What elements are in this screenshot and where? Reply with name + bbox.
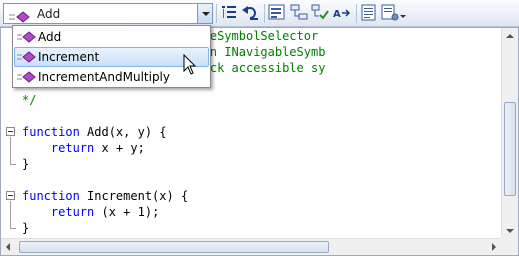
- symbol-dropdown-list: Add Increment IncrementAndMultiply: [12, 25, 211, 88]
- navigable-symbol-selector[interactable]: Add: [3, 3, 213, 24]
- horizontal-scroll-thumb[interactable]: [19, 241, 329, 253]
- dropdown-item-incrementandmultiply[interactable]: IncrementAndMultiply: [14, 67, 209, 87]
- document-settings-icon[interactable]: [381, 4, 401, 23]
- outline-icon[interactable]: [220, 4, 240, 23]
- code-text: x + y;: [94, 141, 145, 155]
- hierarchy-icon[interactable]: [290, 4, 310, 23]
- outline-guide: [10, 137, 11, 164]
- scrollbar-corner: [500, 237, 518, 255]
- toolbar-separator: [264, 4, 265, 23]
- code-line: */: [22, 93, 37, 107]
- selected-symbol-text: Add: [37, 7, 61, 21]
- method-icon: [17, 30, 37, 48]
- chevron-down-icon[interactable]: [399, 4, 407, 23]
- code-line: return (x + 1);: [22, 204, 159, 220]
- vertical-scroll-thumb[interactable]: [504, 102, 516, 196]
- code-line: function Add(x, y) {: [22, 124, 167, 140]
- code-line: }: [22, 157, 30, 171]
- scroll-left-icon[interactable]: [6, 243, 10, 251]
- code-line: function Increment(x) {: [22, 188, 188, 204]
- collapse-toggle[interactable]: [6, 191, 15, 200]
- mouse-cursor-icon: [183, 53, 199, 80]
- dropdown-item-label: Add: [38, 30, 62, 44]
- dropdown-item-add[interactable]: Add: [14, 27, 209, 47]
- toolbar-separator: [216, 4, 217, 23]
- dropdown-item-increment[interactable]: Increment: [14, 47, 209, 67]
- scroll-up-icon[interactable]: [506, 34, 514, 38]
- undo-icon[interactable]: [241, 4, 261, 23]
- method-icon: [17, 50, 37, 68]
- code-line: }: [22, 221, 30, 235]
- chevron-down-icon: [202, 12, 210, 16]
- collapse-toggle[interactable]: [6, 127, 15, 136]
- vertical-scrollbar[interactable]: [501, 28, 518, 239]
- scroll-down-icon[interactable]: [506, 229, 514, 233]
- method-icon: [17, 70, 37, 88]
- svg-text:A: A: [333, 9, 341, 20]
- code-text: Add(x, y) {: [79, 125, 167, 139]
- toolbar: Add A: [0, 0, 519, 27]
- dropdown-item-label: IncrementAndMultiply: [38, 70, 170, 84]
- toolbar-separator: [356, 4, 357, 23]
- dropdown-toggle-button[interactable]: [197, 3, 213, 24]
- scroll-right-icon[interactable]: [492, 243, 496, 251]
- keyword: return: [50, 141, 95, 155]
- keyword: function: [22, 125, 80, 139]
- hierarchy-check-icon[interactable]: [311, 4, 331, 23]
- outline-guide: [10, 228, 16, 229]
- document-icon[interactable]: [360, 4, 380, 23]
- code-line: return x + y;: [22, 140, 145, 156]
- outline-guide: [10, 164, 16, 165]
- keyword: return: [50, 205, 95, 219]
- horizontal-scrollbar[interactable]: [1, 238, 501, 255]
- keyword: function: [22, 189, 80, 203]
- code-text: (x + 1);: [94, 205, 160, 219]
- text-format-icon[interactable]: A: [333, 4, 353, 23]
- code-text: Increment(x) {: [79, 189, 189, 203]
- outline-guide: [10, 201, 11, 228]
- list-icon[interactable]: [268, 4, 288, 23]
- dropdown-item-label: Increment: [38, 50, 100, 64]
